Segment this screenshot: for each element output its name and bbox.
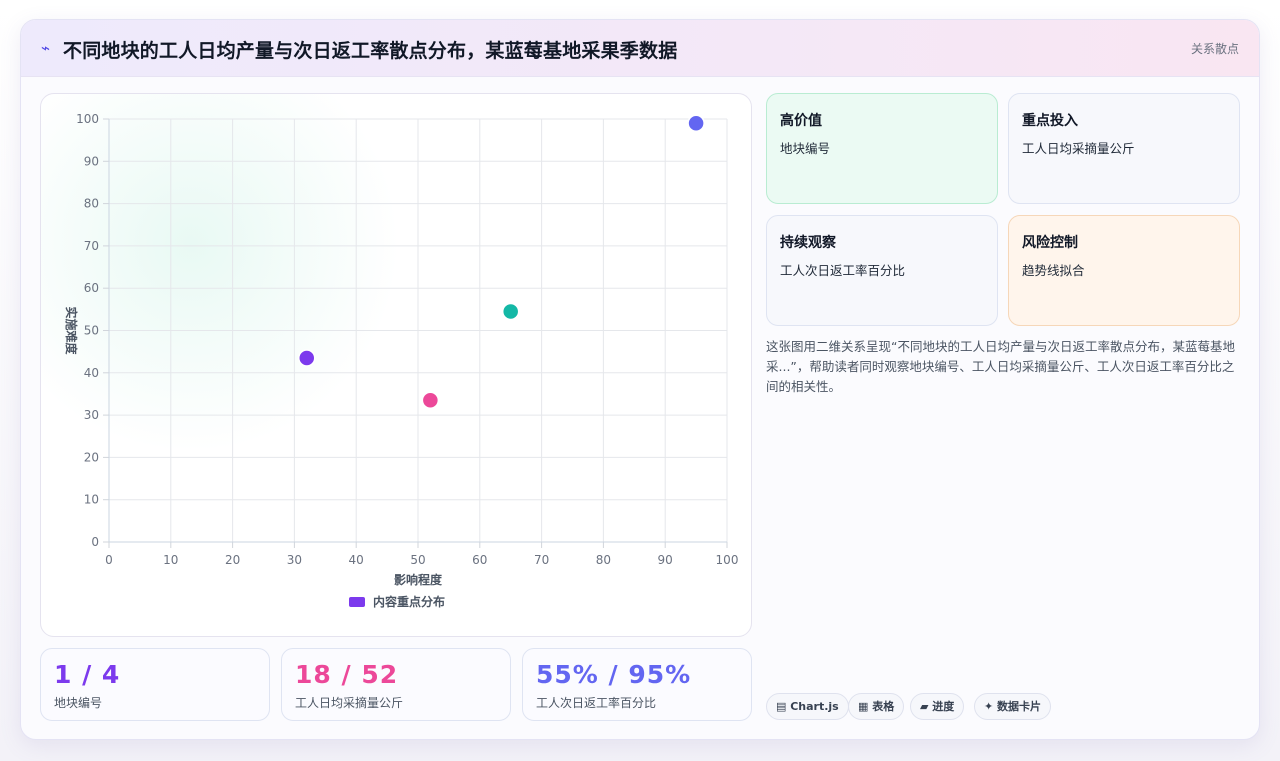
- quadrant-title: 持续观察: [780, 235, 836, 251]
- y-axis-title: 实施难度: [64, 306, 79, 355]
- legend-swatch: [349, 597, 365, 607]
- page-title: 不同地块的工人日均产量与次日返工率散点分布，某蓝莓基地采果季数据: [63, 40, 678, 62]
- pulse-icon: ⌁: [41, 39, 51, 57]
- chip-progress[interactable]: ▰ 进度: [910, 693, 965, 720]
- x-tick-label: 10: [163, 553, 178, 567]
- quadrant-card-observe: 持续观察 工人次日返工率百分比: [766, 215, 998, 326]
- scatter-point: [501, 302, 520, 321]
- y-tick-label: 20: [84, 450, 99, 464]
- x-tick-label: 60: [472, 553, 487, 567]
- stat-label: 地块编号: [54, 696, 103, 710]
- scatter-point: [687, 114, 705, 132]
- chip-data-card[interactable]: ✦ 数据卡片: [974, 693, 1052, 720]
- quadrant-card-high-value: 高价值 地块编号: [766, 93, 998, 204]
- x-tick-label: 0: [105, 553, 113, 567]
- quadrant-subtitle: 趋势线拟合: [1022, 263, 1085, 278]
- stat-value: 1 / 4: [54, 660, 121, 689]
- dashboard-card: ⌁ 不同地块的工人日均产量与次日返工率散点分布，某蓝莓基地采果季数据 关系散点 …: [20, 19, 1260, 740]
- stat-value: 18 / 52: [295, 660, 399, 689]
- scatter-point: [298, 349, 316, 367]
- quadrant-title: 重点投入: [1022, 113, 1078, 129]
- scatter-point: [421, 391, 440, 410]
- x-tick-label: 50: [410, 553, 425, 567]
- x-tick-label: 40: [349, 553, 364, 567]
- legend-label: 内容重点分布: [373, 594, 445, 609]
- quadrant-title: 风险控制: [1022, 235, 1078, 251]
- quadrant-subtitle: 地块编号: [780, 141, 831, 156]
- y-tick-label: 70: [84, 239, 99, 253]
- stat-label: 工人日均采摘量公斤: [295, 696, 404, 710]
- x-tick-label: 20: [225, 553, 240, 567]
- x-tick-label: 70: [534, 553, 549, 567]
- stat-card-yield: 18 / 52 工人日均采摘量公斤: [281, 648, 511, 721]
- scatter-chart: 0 10 20 30 40 50 60 70 80 90 100 0 10 20 30 40 50 60 70 80 9…: [64, 112, 739, 609]
- stat-card-rework: 55% / 95% 工人次日返工率百分比: [522, 648, 752, 721]
- x-tick-label: 100: [716, 553, 739, 567]
- x-tick-label: 90: [658, 553, 673, 567]
- chip-chartjs[interactable]: ▤ Chart.js: [766, 693, 849, 720]
- y-tick-label: 10: [84, 493, 99, 507]
- y-tick-label: 60: [84, 281, 99, 295]
- quadrant-card-invest: 重点投入 工人日均采摘量公斤: [1008, 93, 1240, 204]
- stat-card-plot: 1 / 4 地块编号: [40, 648, 270, 721]
- y-tick-label: 40: [84, 366, 99, 380]
- y-tick-label: 100: [76, 112, 99, 126]
- y-tick-label: 0: [91, 535, 99, 549]
- chart-type-tag: 关系散点: [1190, 42, 1239, 56]
- chart-description: 这张图用二维关系呈现“不同地块的工人日均产量与次日返工率散点分布，某蓝莓基地采.…: [766, 339, 1235, 394]
- quadrant-subtitle: 工人次日返工率百分比: [780, 263, 906, 278]
- y-tick-label: 30: [84, 408, 99, 422]
- chip-table[interactable]: ▦ 表格: [848, 693, 905, 720]
- stat-label: 工人次日返工率百分比: [536, 696, 657, 710]
- y-tick-label: 90: [84, 154, 99, 168]
- y-tick-label: 50: [84, 324, 99, 338]
- x-axis-title: 影响程度: [394, 572, 443, 587]
- x-tick-label: 30: [287, 553, 302, 567]
- quadrant-card-risk: 风险控制 趋势线拟合: [1008, 215, 1240, 326]
- header: ⌁ 不同地块的工人日均产量与次日返工率散点分布，某蓝莓基地采果季数据 关系散点: [21, 20, 1259, 77]
- quadrant-title: 高价值: [780, 113, 822, 129]
- y-tick-label: 80: [84, 197, 99, 211]
- stat-value: 55% / 95%: [536, 660, 692, 689]
- x-tick-label: 80: [596, 553, 611, 567]
- chart-panel: 0 10 20 30 40 50 60 70 80 90 100 0 10 20 30 40 50 60 70 80 9…: [40, 93, 752, 637]
- quadrant-subtitle: 工人日均采摘量公斤: [1022, 141, 1135, 156]
